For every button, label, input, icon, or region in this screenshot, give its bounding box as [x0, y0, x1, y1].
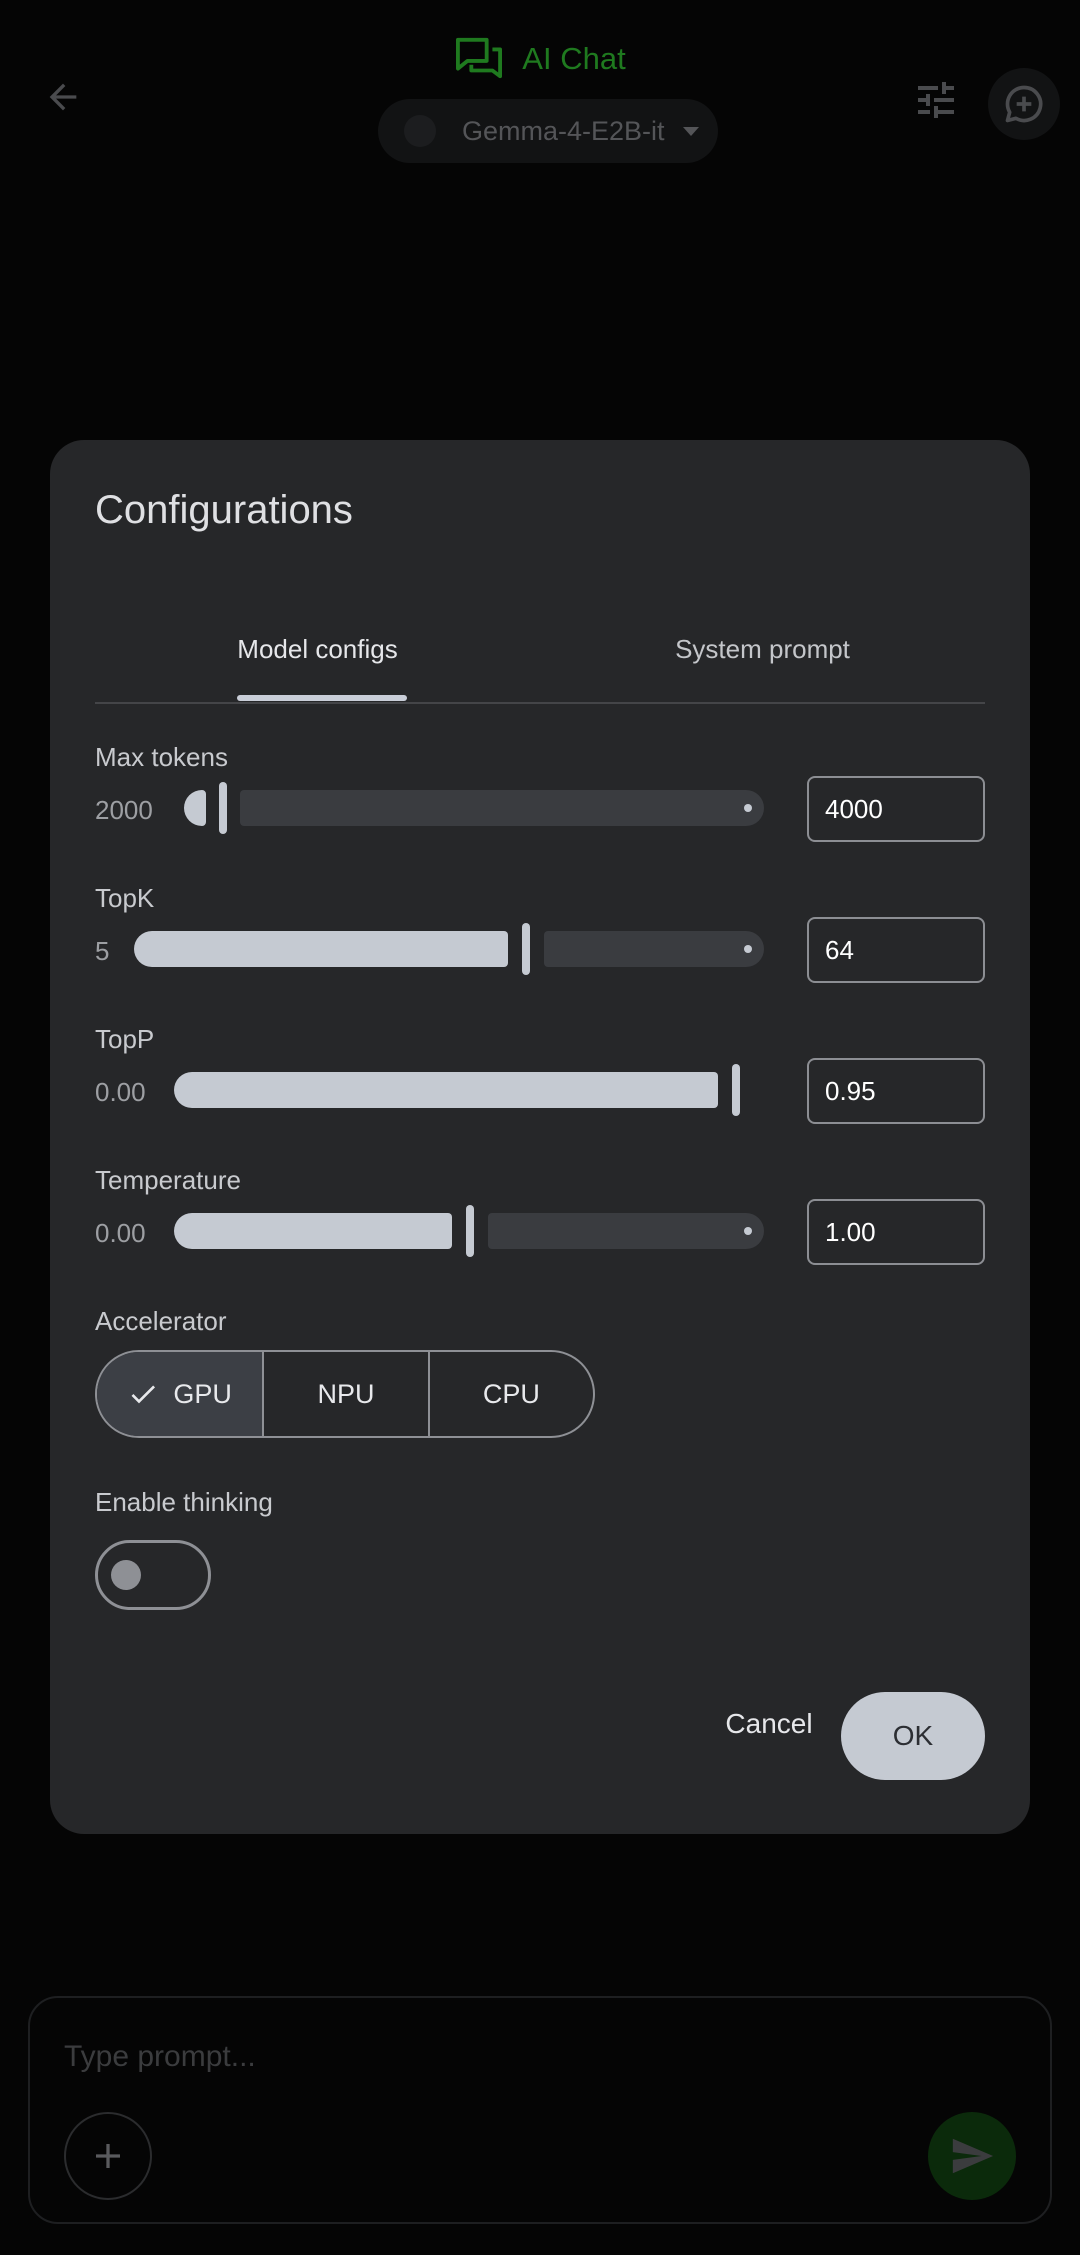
- accelerator-segmented-button: GPU NPU CPU: [95, 1350, 595, 1438]
- temperature-track-inactive: [488, 1213, 764, 1249]
- temperature-track-active: [174, 1213, 452, 1249]
- temperature-field[interactable]: 1.00: [807, 1199, 985, 1265]
- topk-label: TopK: [95, 883, 155, 913]
- track-end-dot: [744, 1227, 752, 1235]
- topk-track-active: [134, 931, 508, 967]
- npu-label: NPU: [317, 1378, 375, 1409]
- accelerator-gpu-option[interactable]: GPU: [97, 1352, 263, 1436]
- cancel-button[interactable]: Cancel: [714, 1694, 824, 1754]
- tune-button[interactable]: [912, 76, 960, 124]
- arrow-back-icon: [49, 83, 77, 111]
- add-attachment-button[interactable]: [64, 2112, 152, 2200]
- temperature-label: Temperature: [95, 1165, 241, 1195]
- temperature-min: 0.00: [95, 1218, 146, 1248]
- configurations-dialog: Configurations Model configs System prom…: [50, 440, 1030, 1834]
- max-tokens-track-active: [184, 790, 206, 826]
- tab-indicator: [237, 695, 407, 701]
- prompt-composer[interactable]: Type prompt...: [28, 1996, 1052, 2224]
- model-name: Gemma-4-E2B-it: [462, 115, 665, 146]
- topp-field[interactable]: 0.95: [807, 1058, 985, 1124]
- topp-label: TopP: [95, 1024, 155, 1054]
- model-selector[interactable]: Gemma-4-E2B-it: [378, 99, 718, 163]
- track-end-dot: [744, 804, 752, 812]
- tune-icon: [918, 82, 954, 118]
- switch-knob: [111, 1560, 141, 1590]
- max-tokens-min: 2000: [95, 795, 153, 825]
- topp-min: 0.00: [95, 1077, 146, 1107]
- max-tokens-label: Max tokens: [95, 742, 228, 772]
- ok-button[interactable]: OK: [841, 1692, 985, 1780]
- top-app-bar: AI Chat Gemma-4-E2B-it: [0, 0, 1080, 200]
- send-button[interactable]: [928, 2112, 1016, 2200]
- plus-icon: [96, 2144, 120, 2168]
- topp-thumb[interactable]: [732, 1064, 740, 1116]
- new-chat-button[interactable]: [988, 68, 1060, 140]
- enable-thinking-label: Enable thinking: [95, 1487, 273, 1517]
- check-icon: [127, 1378, 159, 1410]
- accelerator-cpu-option[interactable]: CPU: [427, 1352, 593, 1436]
- add-comment-icon: [1005, 85, 1043, 123]
- dropdown-arrow-icon: [682, 126, 699, 136]
- model-avatar-icon: [404, 115, 436, 147]
- config-tabs: Model configs System prompt: [95, 612, 985, 704]
- app-title: AI Chat: [522, 41, 626, 76]
- chat-bubbles-icon: [456, 37, 503, 79]
- max-tokens-thumb[interactable]: [219, 782, 227, 834]
- topk-field[interactable]: 64: [807, 917, 985, 983]
- accelerator-label: Accelerator: [95, 1306, 227, 1336]
- temperature-thumb[interactable]: [466, 1205, 474, 1257]
- topp-track-active: [174, 1072, 718, 1108]
- send-icon: [952, 2138, 994, 2174]
- prompt-input[interactable]: Type prompt...: [64, 2040, 256, 2074]
- gpu-label: GPU: [173, 1378, 232, 1409]
- cpu-label: CPU: [482, 1378, 540, 1409]
- topk-min: 5: [95, 936, 110, 966]
- topk-track-inactive: [544, 931, 764, 967]
- topk-thumb[interactable]: [522, 923, 530, 975]
- tab-system-prompt[interactable]: System prompt: [540, 612, 985, 704]
- max-tokens-field[interactable]: 4000: [807, 776, 985, 842]
- max-tokens-track-inactive: [240, 790, 764, 826]
- tab-model-configs[interactable]: Model configs: [95, 612, 540, 704]
- enable-thinking-switch[interactable]: [95, 1540, 211, 1610]
- accelerator-npu-option[interactable]: NPU: [262, 1352, 427, 1436]
- dialog-title: Configurations: [95, 488, 353, 532]
- track-end-dot: [744, 945, 752, 953]
